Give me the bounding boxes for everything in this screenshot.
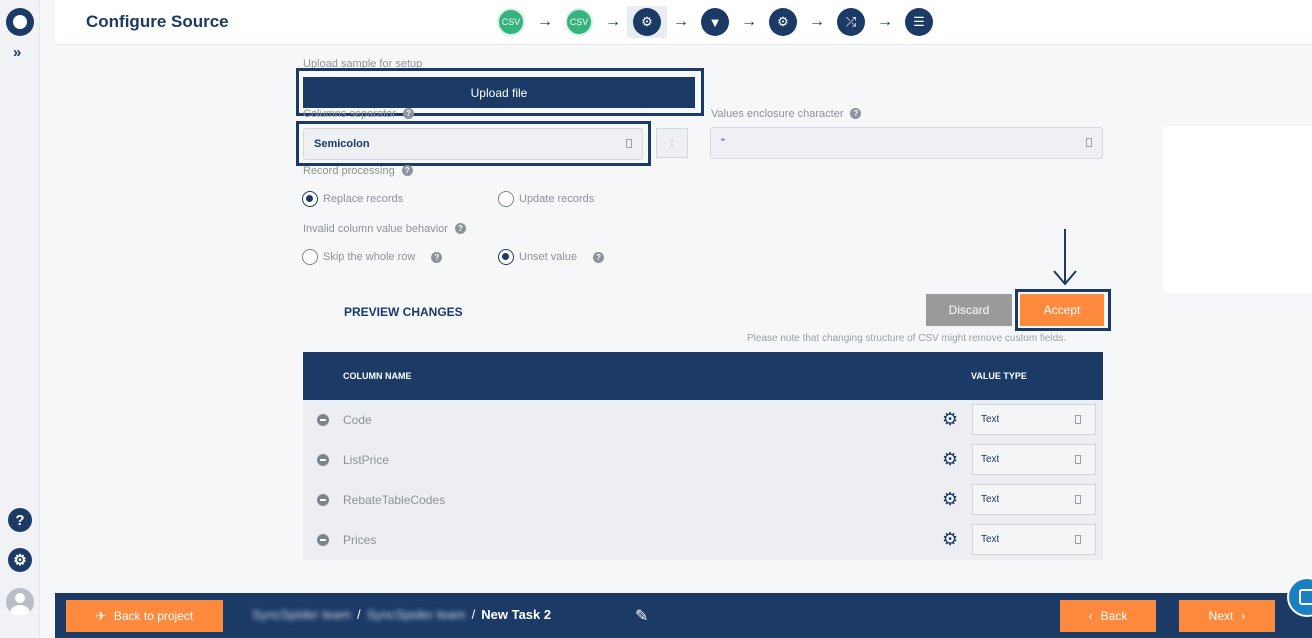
edit-pencil-icon[interactable]: ✎ [635, 606, 648, 626]
step-progress: CSV → CSV → ⚙ → ▼ → ⚙ → ⤮ → ☰ [491, 6, 939, 38]
value-type-select[interactable]: Text [972, 444, 1096, 475]
value-type-header: VALUE TYPE [971, 371, 1027, 381]
radio-checked-icon [498, 249, 514, 265]
column-settings-gear-icon[interactable]: ⚙ [942, 410, 958, 428]
separator-select[interactable]: Semicolon [303, 128, 643, 160]
help-icon[interactable]: ? [593, 251, 605, 263]
radio-skip-row[interactable]: Skip the whole row? [302, 249, 443, 265]
dropdown-caret-icon [626, 139, 632, 148]
breadcrumb-project[interactable]: SyncSpider team [367, 607, 466, 622]
dropdown-caret-icon [1075, 455, 1081, 464]
radio-unchecked-icon [498, 191, 514, 207]
separator-value: Semicolon [314, 138, 370, 150]
column-name: RebateTableCodes [343, 493, 446, 507]
table-header: COLUMN NAME VALUE TYPE [303, 352, 1103, 400]
next-button[interactable]: Next › [1179, 600, 1275, 632]
column-settings-gear-icon[interactable]: ⚙ [942, 450, 958, 468]
separator-char-field[interactable]: : [656, 128, 688, 158]
table-row: Code ⚙ Text [303, 400, 1103, 440]
radio-unset-value[interactable]: Unset value? [498, 249, 605, 265]
step-gear-icon[interactable]: ⚙ [633, 8, 661, 36]
arrow-right-icon: → [741, 13, 757, 30]
column-name: ListPrice [343, 453, 390, 467]
arrow-right-icon: → [537, 13, 553, 30]
left-rail: » ? ⚙ [0, 0, 40, 638]
dropdown-caret-icon [1075, 535, 1081, 544]
table-row: RebateTableCodes ⚙ Text [303, 480, 1103, 520]
value-type-select[interactable]: Text [972, 524, 1096, 555]
app-logo-icon[interactable] [6, 8, 34, 36]
table-row: Prices ⚙ Text [303, 520, 1103, 560]
breadcrumb: SyncSpider team / SyncSpider team / New … [252, 607, 552, 622]
back-button[interactable]: ‹ Back [1060, 600, 1156, 632]
help-icon[interactable]: ? [401, 165, 413, 176]
invalid-behavior-label: Invalid column value behavior? [303, 223, 466, 235]
enclosure-select[interactable]: " [710, 127, 1103, 159]
settings-gear-icon[interactable]: ⚙ [8, 548, 32, 572]
arrow-right-icon: → [877, 13, 893, 30]
dropdown-caret-icon [1075, 415, 1081, 424]
chevron-right-icon: › [1241, 609, 1246, 623]
help-icon[interactable]: ? [454, 223, 466, 234]
breadcrumb-team[interactable]: SyncSpider team [252, 607, 351, 622]
column-settings-gear-icon[interactable]: ⚙ [942, 530, 958, 548]
back-to-project-button[interactable]: ✈ Back to project [66, 600, 223, 632]
help-icon[interactable]: ? [8, 508, 32, 532]
column-settings-gear-icon[interactable]: ⚙ [942, 490, 958, 508]
radio-unchecked-icon [302, 249, 318, 265]
radio-update-records[interactable]: Update records [498, 191, 594, 207]
record-processing-label: Record processing? [303, 165, 413, 177]
separator-label: Columns separator? [303, 108, 414, 120]
columns-table: Code ⚙ Text ListPrice ⚙ Text RebateTable… [303, 400, 1103, 560]
down-arrow-icon [1053, 229, 1077, 286]
remove-column-icon[interactable] [317, 454, 329, 466]
upload-file-button[interactable]: Upload file [303, 77, 695, 108]
dropdown-caret-icon [1075, 495, 1081, 504]
step-filter-icon[interactable]: ▼ [701, 8, 729, 36]
help-icon[interactable]: ? [431, 251, 443, 263]
table-row: ListPrice ⚙ Text [303, 440, 1103, 480]
preview-title: PREVIEW CHANGES [344, 305, 463, 319]
enclosure-label: Values enclosure character? [711, 108, 862, 120]
arrow-right-icon: → [673, 13, 689, 30]
help-icon[interactable]: ? [402, 108, 414, 119]
step-shuffle-icon[interactable]: ⤮ [837, 8, 865, 36]
avatar[interactable] [6, 588, 34, 616]
step-csv-source-icon[interactable]: CSV [497, 8, 525, 36]
radio-checked-icon [302, 191, 318, 207]
step-csv-config-icon[interactable]: CSV [565, 8, 593, 36]
help-icon[interactable]: ? [850, 108, 862, 119]
dropdown-caret-icon [1086, 138, 1092, 147]
column-name: Prices [343, 533, 377, 547]
remove-column-icon[interactable] [317, 414, 329, 426]
expand-sidebar-icon[interactable]: » [13, 44, 21, 61]
value-type-select[interactable]: Text [972, 404, 1096, 435]
enclosure-value: " [721, 137, 725, 149]
discard-button[interactable]: Discard [926, 294, 1012, 326]
remove-column-icon[interactable] [317, 534, 329, 546]
radio-replace-records[interactable]: Replace records [302, 191, 403, 207]
remove-column-icon[interactable] [317, 494, 329, 506]
chevron-left-icon: ‹ [1088, 609, 1093, 623]
top-header: Configure Source CSV → CSV → ⚙ → ▼ → ⚙ →… [55, 0, 1312, 45]
value-type-select[interactable]: Text [972, 484, 1096, 515]
column-name: Code [343, 413, 372, 427]
breadcrumb-task: New Task 2 [481, 607, 552, 622]
page-title: Configure Source [86, 12, 229, 31]
blank-panel [1163, 126, 1312, 293]
arrow-right-icon: → [809, 13, 825, 30]
rocket-icon: ✈ [95, 609, 106, 623]
bottom-bar: ✈ Back to project SyncSpider team / Sync… [55, 593, 1312, 638]
arrow-right-icon: → [605, 13, 621, 30]
column-name-header: COLUMN NAME [343, 371, 412, 381]
step-gear-icon[interactable]: ⚙ [769, 8, 797, 36]
step-sliders-icon[interactable]: ☰ [905, 8, 933, 36]
accept-button[interactable]: Accept [1020, 294, 1104, 326]
structure-warning-note: Please note that changing structure of C… [747, 333, 1067, 344]
